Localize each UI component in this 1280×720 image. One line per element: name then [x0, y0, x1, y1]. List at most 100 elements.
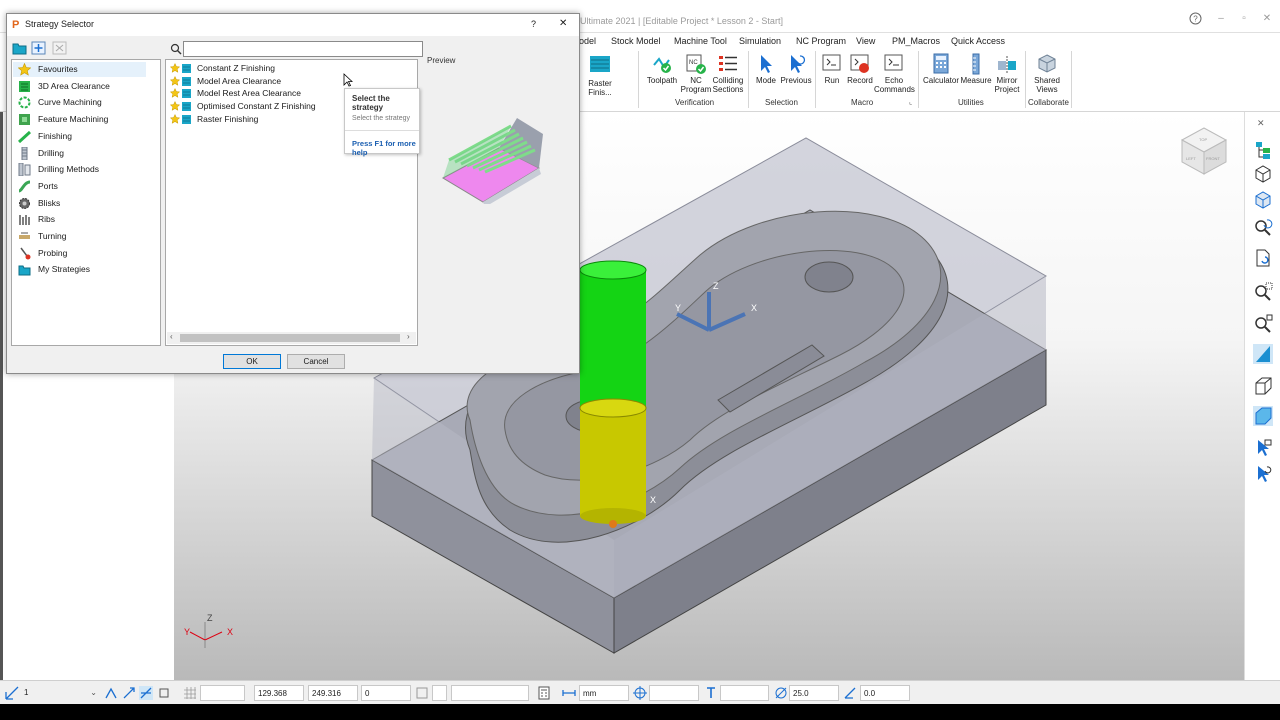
powermill-logo-icon: P	[12, 18, 21, 31]
diameter-field[interactable]: 25.0	[789, 685, 839, 701]
x-coordinate-field[interactable]: 129.368	[254, 685, 304, 701]
iso-view-icon[interactable]	[1253, 164, 1273, 184]
open-folder-icon[interactable]	[12, 41, 27, 55]
maximize-button[interactable]: ▫	[1236, 13, 1252, 24]
y-coordinate-field[interactable]: 249.316	[308, 685, 358, 701]
angle-icon[interactable]	[843, 686, 857, 700]
category-curve-machining[interactable]: Curve Machining	[16, 95, 156, 110]
category-label: Drilling Methods	[38, 164, 99, 175]
tab-stock-model[interactable]: Stock Model	[611, 36, 661, 46]
previous-cursor-icon[interactable]	[1253, 464, 1273, 484]
svg-text:?: ?	[1193, 15, 1198, 24]
category-ribs[interactable]: Ribs	[16, 212, 156, 227]
tab-pm-macros[interactable]: PM_Macros	[892, 36, 940, 46]
category-feature-machining[interactable]: Feature Machining	[16, 112, 156, 127]
help-icon[interactable]: ?	[1187, 12, 1203, 28]
scrollbar-thumb[interactable]	[180, 334, 400, 342]
grid-field[interactable]	[200, 685, 245, 701]
zoom-box-icon[interactable]	[1253, 282, 1273, 302]
minimize-button[interactable]: –	[1213, 13, 1229, 24]
zoom-icon[interactable]	[1253, 314, 1273, 334]
calculator-small-icon[interactable]	[537, 686, 551, 700]
snap-icon[interactable]	[104, 686, 118, 700]
shared-views-button[interactable]: Shared Views	[1027, 53, 1067, 94]
category-label: 3D Area Clearance	[38, 80, 110, 91]
tool-icon[interactable]	[704, 686, 718, 700]
raster-finishing-button[interactable]: Raster Finis...	[578, 53, 622, 97]
dialog-help-button[interactable]: ?	[531, 19, 536, 29]
close-window-button[interactable]: ✕	[1259, 13, 1275, 24]
category-finishing[interactable]: Finishing	[16, 129, 156, 144]
category-label: Drilling	[38, 147, 64, 158]
tab-view[interactable]: View	[856, 36, 875, 46]
calculator-button[interactable]: Calculator	[921, 53, 961, 85]
view-tree-icon[interactable]	[1253, 140, 1273, 160]
category-drilling-methods[interactable]: Drilling Methods	[16, 162, 156, 177]
shaded-plane-icon[interactable]	[1253, 344, 1273, 364]
tab-machine-tool[interactable]: Machine Tool	[674, 36, 727, 46]
active-snap-icon[interactable]	[139, 686, 153, 700]
mirror-project-button[interactable]: Mirror Project	[987, 53, 1027, 94]
dialog-close-button[interactable]: ✕	[559, 18, 567, 29]
model-snap-icon[interactable]	[157, 686, 171, 700]
grid-icon[interactable]	[183, 686, 197, 700]
category-turning[interactable]: Turning	[16, 229, 156, 244]
select-cursor-icon[interactable]	[1253, 438, 1273, 458]
toolbar-pin-icon[interactable]: ✕	[1257, 118, 1265, 129]
crosshair-field[interactable]	[649, 685, 699, 701]
tab-quick-access[interactable]: Quick Access	[951, 36, 1005, 46]
macro-launcher-icon[interactable]: ⌞	[909, 98, 912, 106]
category-my-strategies[interactable]: My Strategies	[16, 262, 156, 277]
svg-text:FRONT: FRONT	[1206, 156, 1220, 161]
transform-icon[interactable]	[122, 686, 136, 700]
units-field[interactable]: mm	[579, 685, 629, 701]
strategy-label: Optimised Constant Z Finishing	[197, 101, 316, 112]
scroll-left-icon[interactable]: ‹	[170, 332, 173, 341]
previous-button[interactable]: Previous	[776, 53, 816, 85]
wireframe-cube-icon[interactable]	[1253, 376, 1273, 396]
category-probing[interactable]: Probing	[16, 246, 156, 261]
category-drilling[interactable]: Drilling	[16, 146, 156, 161]
record-macro-icon	[849, 53, 871, 75]
tab-model[interactable]: odel	[579, 36, 596, 46]
tool-field[interactable]	[720, 685, 769, 701]
shaded-cube-icon[interactable]	[1253, 190, 1273, 210]
category-favourites[interactable]: Favourites	[16, 62, 156, 77]
zoom-refresh-icon[interactable]	[1253, 218, 1273, 238]
group-verification: Verification	[675, 98, 715, 107]
ok-button[interactable]: OK	[223, 354, 281, 369]
category-3d-area-clearance[interactable]: 3D Area Clearance	[16, 79, 156, 94]
units-icon[interactable]	[562, 686, 576, 700]
search-input[interactable]	[183, 41, 423, 57]
echo-commands-button[interactable]: Echo Commands	[874, 53, 915, 94]
category-blisks[interactable]: Blisks	[16, 196, 156, 211]
scroll-right-icon[interactable]: ›	[407, 332, 410, 341]
horizontal-scrollbar[interactable]: ‹ ›	[167, 332, 416, 344]
add-strategy-icon[interactable]	[31, 41, 46, 55]
spare-field[interactable]	[451, 685, 529, 701]
svg-text:P: P	[12, 19, 19, 29]
raster-finishing-icon	[589, 53, 611, 75]
solid-cube-icon[interactable]	[1253, 406, 1273, 426]
tab-simulation[interactable]: Simulation	[739, 36, 781, 46]
document-refresh-icon[interactable]	[1253, 248, 1273, 268]
crosshair-icon[interactable]	[633, 686, 647, 700]
angle-field[interactable]: 0.0	[860, 685, 910, 701]
diameter-icon[interactable]	[774, 686, 788, 700]
z-coordinate-field[interactable]: 0	[361, 685, 411, 701]
category-ports[interactable]: Ports	[16, 179, 156, 194]
cancel-button[interactable]: Cancel	[287, 354, 345, 369]
view-cube[interactable]: TOP LEFT FRONT	[1180, 127, 1228, 175]
workplane-select[interactable]: 1 ⌄	[21, 685, 100, 701]
ribs-icon	[18, 213, 31, 226]
strategy-model-area-clearance[interactable]: Model Area Clearance	[169, 75, 410, 87]
blisks-icon	[18, 197, 31, 210]
tolerance-icon[interactable]	[415, 686, 429, 700]
tolerance-field[interactable]	[432, 685, 447, 701]
colliding-sections-button[interactable]: Colliding Sections	[708, 53, 748, 94]
tab-nc-program[interactable]: NC Program	[796, 36, 846, 46]
svg-text:Z: Z	[713, 281, 719, 291]
svg-text:Y: Y	[184, 627, 190, 637]
delete-strategy-icon[interactable]	[52, 41, 67, 55]
strategy-constant-z-finishing[interactable]: Constant Z Finishing	[169, 62, 410, 74]
